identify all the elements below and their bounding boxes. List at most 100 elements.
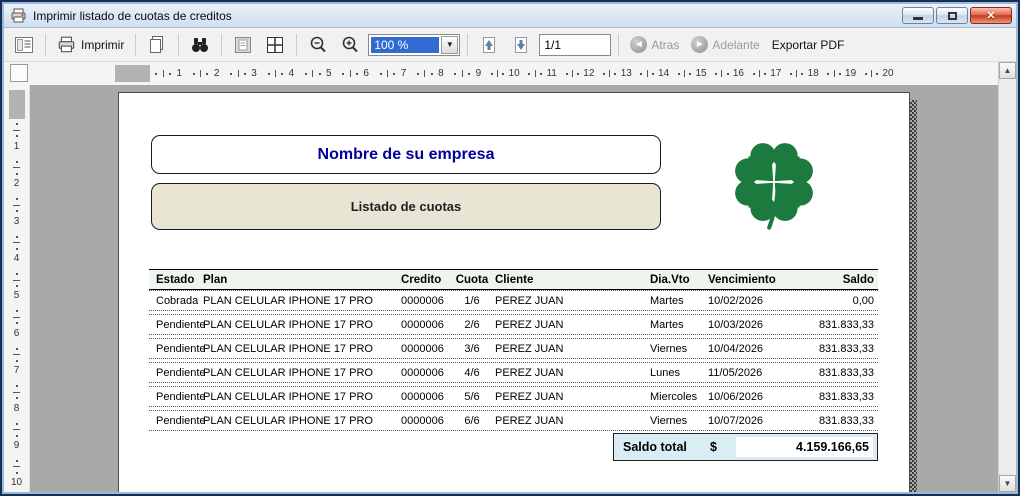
ruler-tick: [603, 73, 605, 75]
titlebar[interactable]: Imprimir listado de cuotas de creditos ✕: [4, 4, 1016, 28]
print-button[interactable]: Imprimir: [53, 32, 128, 58]
table-header-row: EstadoPlanCreditoCuotaClienteDia.VtoVenc…: [149, 269, 878, 290]
table-cell: PLAN CELULAR IPHONE 17 PRO: [199, 367, 399, 379]
maximize-icon: [948, 12, 957, 20]
export-pdf-button[interactable]: Exportar PDF: [768, 32, 849, 58]
ruler-tick: [865, 73, 867, 75]
ruler-tick: [528, 73, 530, 75]
table-cell: Miercoles: [650, 391, 708, 403]
ruler-unit: 16: [711, 69, 748, 79]
ruler-unit: 6: [13, 306, 20, 343]
close-icon: ✕: [986, 9, 995, 22]
ruler-unit: 20: [860, 69, 897, 79]
ruler-tick: [275, 70, 276, 77]
ruler-tick: [13, 429, 20, 430]
ruler-unit: 1: [150, 69, 187, 79]
ruler-tick: [535, 70, 536, 77]
ruler-number: 5: [326, 69, 332, 79]
ruler-tick: [678, 73, 680, 75]
table-cell: 10/07/2026: [708, 415, 808, 427]
ruler-tick: [16, 135, 18, 137]
print-button-label: Imprimir: [81, 38, 124, 52]
table-cell: Pendiente: [149, 367, 199, 379]
ruler-tick: [13, 242, 20, 243]
ruler-tick: [417, 73, 419, 75]
ruler-tick: [577, 73, 579, 75]
ruler-margin-block: [9, 90, 25, 119]
export-pdf-label: Exportar PDF: [772, 38, 845, 52]
ruler-number: 3: [14, 217, 20, 227]
table-cell: 831.833,33: [808, 391, 878, 403]
ruler-tick: [380, 73, 382, 75]
chevron-down-icon[interactable]: ▼: [441, 36, 458, 54]
minimize-button[interactable]: [902, 7, 934, 24]
next-page-button[interactable]: [507, 32, 535, 58]
column-header: Vencimiento: [708, 274, 808, 286]
preview-canvas[interactable]: Nombre de su empresa Listado de cuotas: [30, 85, 998, 492]
table-cell: 1/6: [452, 295, 492, 307]
ruler-number: 18: [808, 69, 819, 79]
scroll-down-button[interactable]: ▼: [999, 475, 1016, 492]
ruler-tick: [796, 70, 797, 77]
ruler-tick: [609, 70, 610, 77]
table-cell: PLAN CELULAR IPHONE 17 PRO: [199, 343, 399, 355]
multi-page-view-button[interactable]: [261, 32, 289, 58]
ruler-tick: [16, 435, 18, 437]
ruler-tick: [13, 130, 20, 131]
column-header: Estado: [149, 274, 199, 286]
ruler-tick: [16, 248, 18, 250]
page-indicator-input[interactable]: [539, 34, 611, 56]
ruler-tick: [16, 360, 18, 362]
table-cell: 0,00: [808, 295, 878, 307]
forward-icon: ►: [691, 36, 708, 53]
ruler-number: 2: [214, 69, 220, 79]
table-cell: PEREZ JUAN: [492, 415, 650, 427]
printer-icon: [10, 8, 28, 24]
close-button[interactable]: ✕: [970, 7, 1012, 24]
ruler-tick: [16, 460, 18, 462]
ruler-tick: [155, 73, 157, 75]
find-button[interactable]: [186, 32, 214, 58]
toolbar-separator: [178, 34, 179, 56]
ruler-unit: 5: [13, 269, 20, 306]
scroll-up-button[interactable]: ▲: [999, 62, 1016, 79]
table-cell: 831.833,33: [808, 415, 878, 427]
zoom-level-combobox[interactable]: 100 % ▼: [368, 34, 460, 56]
zoom-in-icon: [340, 35, 360, 55]
ruler-unit: 4: [262, 69, 299, 79]
ruler-tick: [16, 423, 18, 425]
ruler-tick: [206, 73, 208, 75]
ruler-tick: [16, 123, 18, 125]
zoom-out-button[interactable]: [304, 32, 332, 58]
ruler-unit: 1: [13, 119, 20, 156]
ruler-unit: 8: [412, 69, 449, 79]
group-tree-button[interactable]: [10, 32, 38, 58]
ruler-unit: 18: [786, 69, 823, 79]
window-title: Imprimir listado de cuotas de creditos: [33, 9, 902, 23]
ruler-number: 5: [14, 291, 20, 301]
saldo-total-box: Saldo total $ 4.159.166,65: [613, 433, 878, 461]
ruler-tick: [759, 70, 760, 77]
table-cell: PLAN CELULAR IPHONE 17 PRO: [199, 319, 399, 331]
back-button[interactable]: ◄ Atras: [626, 32, 683, 58]
ruler-unit: 8: [13, 381, 20, 418]
ruler-unit: 15: [673, 69, 710, 79]
vertical-scrollbar[interactable]: ▲ ▼: [998, 62, 1016, 492]
ruler-tick: [497, 70, 498, 77]
ruler-tick: [193, 73, 195, 75]
forward-button[interactable]: ► Adelante: [687, 32, 763, 58]
ruler-tick: [876, 73, 878, 75]
copy-button[interactable]: [143, 32, 171, 58]
ruler-number: 7: [401, 69, 407, 79]
maximize-button[interactable]: [936, 7, 968, 24]
table-cell: 0000006: [399, 391, 452, 403]
ruler-tick: [13, 205, 20, 206]
ruler-number: 9: [14, 441, 20, 451]
ruler-tick: [169, 73, 171, 75]
single-page-view-button[interactable]: [229, 32, 257, 58]
zoom-in-button[interactable]: [336, 32, 364, 58]
previous-page-button[interactable]: [475, 32, 503, 58]
table-cell: 3/6: [452, 343, 492, 355]
column-header: Credito: [399, 274, 452, 286]
ruler-tick: [566, 73, 568, 75]
